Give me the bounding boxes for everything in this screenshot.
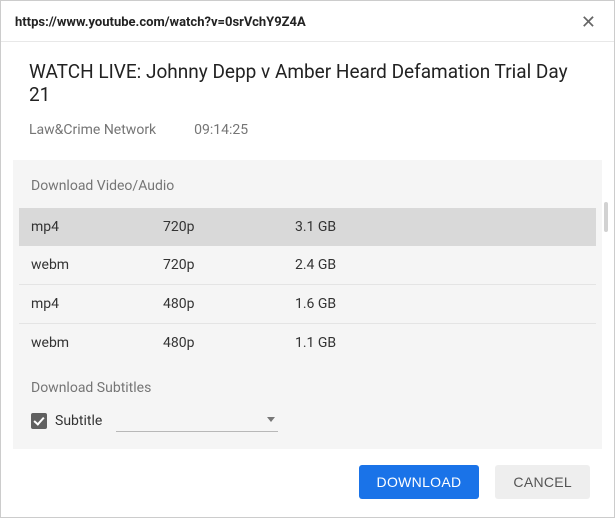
format-cell: mp4: [31, 296, 163, 312]
format-row[interactable]: webm 480p 1.1 GB: [19, 324, 596, 362]
format-list: mp4 720p 3.1 GB webm 720p 2.4 GB mp4 480…: [13, 208, 602, 362]
format-row[interactable]: mp4 480p 1.6 GB: [19, 285, 596, 324]
download-button[interactable]: DOWNLOAD: [359, 465, 480, 499]
quality-cell: 480p: [163, 335, 295, 351]
quality-cell: 720p: [163, 257, 295, 273]
video-meta: WATCH LIVE: Johnny Depp v Amber Heard De…: [1, 42, 614, 160]
subtitles-section-title: Download Subtitles: [31, 380, 584, 396]
video-subinfo: Law&Crime Network 09:14:25: [29, 122, 586, 138]
subtitle-row: Subtitle: [31, 410, 584, 432]
format-cell: webm: [31, 257, 163, 273]
format-row[interactable]: webm 720p 2.4 GB: [19, 246, 596, 285]
size-cell: 3.1 GB: [295, 219, 584, 235]
format-section-title: Download Video/Audio: [13, 160, 602, 208]
quality-cell: 720p: [163, 219, 295, 235]
subtitle-dropdown[interactable]: [116, 410, 278, 432]
format-row[interactable]: mp4 720p 3.1 GB: [19, 208, 596, 246]
channel-name: Law&Crime Network: [29, 122, 156, 138]
video-title: WATCH LIVE: Johnny Depp v Amber Heard De…: [29, 60, 586, 106]
size-cell: 2.4 GB: [295, 257, 584, 273]
video-duration: 09:14:25: [194, 122, 248, 138]
video-url: https://www.youtube.com/watch?v=0srVchY9…: [15, 15, 306, 30]
dialog-footer: DOWNLOAD CANCEL: [1, 449, 614, 517]
size-cell: 1.6 GB: [295, 296, 584, 312]
size-cell: 1.1 GB: [295, 335, 584, 351]
subtitle-checkbox[interactable]: [31, 413, 47, 429]
quality-cell: 480p: [163, 296, 295, 312]
format-cell: mp4: [31, 219, 163, 235]
download-dialog: https://www.youtube.com/watch?v=0srVchY9…: [0, 0, 615, 518]
close-icon[interactable]: ✕: [577, 11, 600, 33]
scrollbar-thumb[interactable]: [604, 202, 608, 232]
dialog-header: https://www.youtube.com/watch?v=0srVchY9…: [1, 1, 614, 42]
subtitles-section: Download Subtitles Subtitle: [13, 362, 602, 432]
format-cell: webm: [31, 335, 163, 351]
cancel-button[interactable]: CANCEL: [495, 465, 590, 499]
subtitle-label: Subtitle: [55, 413, 102, 429]
download-panel: Download Video/Audio mp4 720p 3.1 GB web…: [13, 160, 602, 449]
